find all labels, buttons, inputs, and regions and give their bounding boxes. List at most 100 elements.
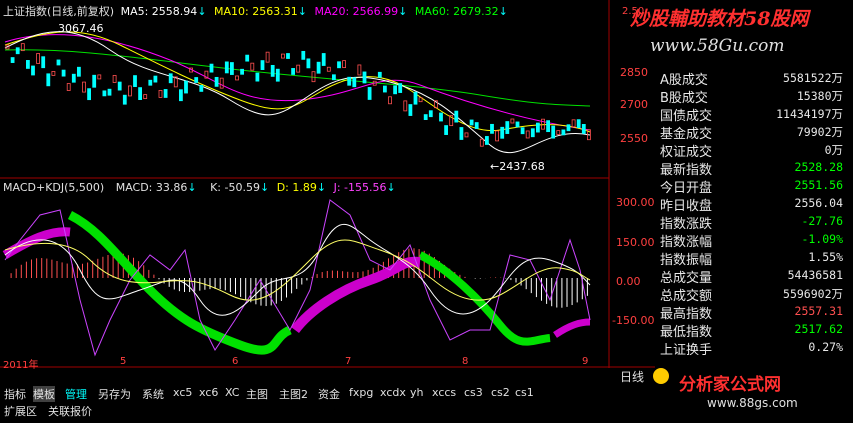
tab-daily[interactable]: 日线 bbox=[620, 368, 644, 385]
candle bbox=[280, 53, 285, 59]
toolbar-item[interactable]: 模板 bbox=[33, 386, 55, 402]
quote-row: 最新指数 2528.28 bbox=[657, 158, 847, 178]
toolbar-item[interactable]: yh bbox=[410, 386, 423, 402]
ind-axis-300: 300.00 bbox=[616, 196, 655, 209]
quote-value: 2517.62 bbox=[794, 322, 843, 336]
k-value: K: -50.59 bbox=[210, 181, 260, 194]
candle bbox=[61, 69, 66, 77]
toolbar-item[interactable]: 主图 bbox=[246, 386, 268, 402]
x-label-0: 2011年 bbox=[3, 360, 39, 371]
candle bbox=[306, 58, 311, 69]
candle bbox=[484, 136, 489, 145]
candle bbox=[291, 68, 296, 75]
candle bbox=[362, 71, 367, 84]
candle bbox=[10, 57, 15, 63]
quote-row: 最低指数 2517.62 bbox=[657, 320, 847, 340]
candle bbox=[250, 62, 255, 71]
candle bbox=[301, 50, 306, 60]
candle bbox=[194, 77, 199, 83]
quote-value: 5581522万 bbox=[783, 71, 843, 85]
quote-value: -1.09% bbox=[801, 232, 843, 246]
candle bbox=[265, 51, 270, 63]
toolbar-item[interactable]: 资金 bbox=[318, 386, 340, 402]
quote-row: B股成交 15380万 bbox=[657, 86, 847, 106]
toolbar-item[interactable]: xc5 bbox=[173, 386, 192, 402]
toolbar-item[interactable]: cs1 bbox=[515, 386, 534, 402]
candle bbox=[469, 119, 474, 126]
candle bbox=[423, 114, 428, 120]
quote-value: 54436581 bbox=[787, 268, 843, 282]
candle bbox=[87, 88, 91, 101]
axis-label-2700: 2700 bbox=[620, 98, 648, 111]
indicator-name: MACD+KDJ(5,500) bbox=[3, 181, 105, 194]
quote-row: 指数涨跌 -27.76 bbox=[657, 212, 847, 232]
x-label-5: 9 bbox=[582, 356, 589, 367]
toolbar2-item[interactable]: 关联报价 bbox=[48, 403, 92, 419]
candle bbox=[520, 127, 525, 135]
toolbar2-item[interactable]: 扩展区 bbox=[4, 403, 37, 419]
toolbar-item[interactable]: 指标 bbox=[4, 386, 26, 402]
candle bbox=[219, 77, 224, 89]
quote-value: 2557.31 bbox=[794, 304, 843, 318]
candle bbox=[209, 63, 214, 73]
quote-label: 上证换手 bbox=[660, 343, 713, 358]
candle bbox=[316, 61, 321, 74]
toolbar-item[interactable]: cs2 bbox=[491, 386, 510, 402]
toolbar-item[interactable]: 主图2 bbox=[279, 386, 308, 402]
candle bbox=[41, 56, 46, 69]
quote-value: 2556.04 bbox=[794, 196, 843, 210]
macd-bars bbox=[10, 248, 588, 308]
candle bbox=[158, 89, 163, 98]
kdj-band-purple bbox=[2, 227, 71, 259]
x-label-2: 6 bbox=[232, 356, 239, 367]
candle bbox=[229, 62, 234, 75]
candle bbox=[352, 77, 357, 88]
toolbar-item[interactable]: xc6 bbox=[199, 386, 218, 402]
candle bbox=[25, 60, 30, 69]
quote-row: 国债成交 11434197万 bbox=[657, 104, 847, 124]
candle bbox=[495, 130, 500, 142]
candle bbox=[127, 85, 132, 97]
candle bbox=[71, 73, 76, 83]
candle bbox=[342, 60, 347, 69]
quote-row: 指数振幅 1.55% bbox=[657, 248, 847, 268]
candle bbox=[240, 68, 245, 75]
candle bbox=[388, 96, 392, 105]
toolbar-item[interactable]: xccs bbox=[432, 386, 456, 402]
candle bbox=[561, 129, 566, 136]
candle bbox=[122, 94, 127, 105]
toolbar-item[interactable]: 另存为 bbox=[98, 386, 131, 402]
quote-value: 11434197万 bbox=[776, 107, 843, 121]
quote-value: 0万 bbox=[824, 143, 843, 157]
candle bbox=[347, 76, 352, 86]
d-value: D: 1.89 bbox=[276, 181, 317, 194]
quote-value: 5596902万 bbox=[783, 287, 843, 301]
quote-row: 昨日收盘 2556.04 bbox=[657, 194, 847, 214]
candle bbox=[138, 87, 143, 101]
quote-row: 权证成交 0万 bbox=[657, 140, 847, 160]
ma10-value: MA10: 2563.31 bbox=[214, 5, 298, 18]
quote-row: 今日开盘 2551.56 bbox=[657, 176, 847, 196]
toolbar-item[interactable]: 管理 bbox=[65, 386, 87, 402]
toolbar-item[interactable]: xcdx bbox=[380, 386, 406, 402]
toolbar-item[interactable]: 系统 bbox=[142, 386, 164, 402]
toolbar-item[interactable]: fxpg bbox=[349, 386, 373, 402]
toolbar-item[interactable]: cs3 bbox=[464, 386, 483, 402]
candle bbox=[398, 83, 403, 93]
watermark-58gu-title: 炒股輔助教材58股网 bbox=[630, 8, 809, 30]
candle bbox=[536, 122, 540, 133]
watermark-58gu-url: www.58Gu.com bbox=[650, 36, 785, 56]
quote-value: -27.76 bbox=[801, 214, 843, 228]
quote-value: 2528.28 bbox=[794, 160, 843, 174]
chart-area[interactable]: 上证指数(日线,前复权) MA5: 2558.94↓ MA10: 2563.31… bbox=[0, 0, 655, 371]
candle bbox=[393, 85, 398, 95]
quote-row: 总成交额 5596902万 bbox=[657, 284, 847, 304]
candle bbox=[148, 79, 153, 86]
candle bbox=[464, 132, 469, 138]
candle bbox=[296, 64, 301, 73]
toolbar-item[interactable]: XC bbox=[225, 386, 239, 402]
x-label-4: 8 bbox=[462, 356, 469, 367]
candle bbox=[66, 83, 71, 91]
axis-label-2550: 2550 bbox=[620, 132, 648, 145]
ind-axis-neg150: -150.00 bbox=[612, 314, 655, 327]
